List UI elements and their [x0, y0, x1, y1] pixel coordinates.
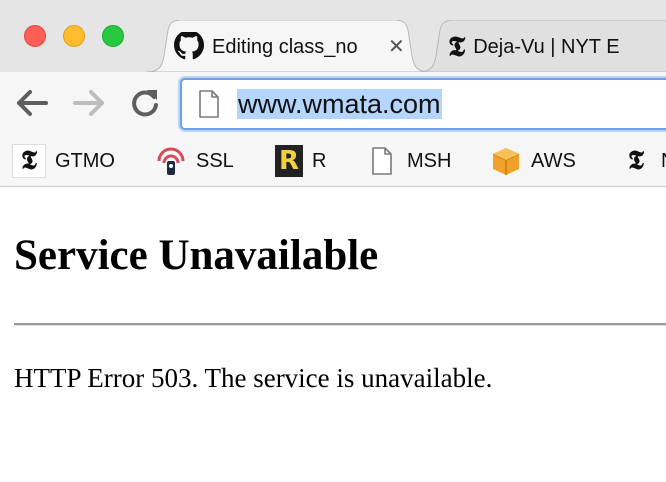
bookmark-label: AWS [531, 149, 576, 172]
bookmark-n[interactable]: 𝕿 N [620, 144, 666, 178]
aws-cube-icon [490, 145, 522, 177]
forward-button[interactable] [72, 86, 106, 120]
ssl-lock-icon [155, 145, 187, 177]
tab-title: Deja-Vu | NYT E [473, 35, 620, 58]
reload-icon [132, 90, 158, 117]
forward-arrow-icon [73, 90, 104, 116]
nyt-icon: 𝕿 [12, 144, 46, 178]
bookmark-ssl[interactable]: SSL [155, 144, 234, 178]
bookmark-aws[interactable]: AWS [490, 144, 576, 178]
address-bar[interactable]: www.wmata.com [180, 78, 666, 130]
bookmark-gtmo[interactable]: 𝕿 GTMO [12, 144, 115, 178]
url-text[interactable]: www.wmata.com [237, 89, 442, 119]
close-window-button[interactable] [24, 25, 46, 47]
page-icon [366, 145, 398, 177]
bookmark-label: SSL [196, 149, 234, 172]
bookmark-label: R [312, 149, 327, 172]
tab-deja-vu[interactable]: 𝕿 Deja-Vu | NYT E [418, 20, 666, 72]
tab-title: Editing class_no [212, 35, 358, 58]
page-title: Service Unavailable [14, 232, 379, 279]
r-icon: R [275, 145, 303, 177]
nyt-icon: 𝕿 [448, 32, 466, 62]
bookmark-msh[interactable]: MSH [366, 144, 451, 178]
tab-editing-class[interactable]: Editing class_no ✕ [146, 20, 430, 72]
page-icon [199, 90, 219, 118]
error-message: HTTP Error 503. The service is unavailab… [14, 363, 493, 393]
bookmark-r[interactable]: R R [275, 144, 326, 178]
bookmark-label: GTMO [55, 149, 115, 172]
back-arrow-icon [17, 90, 48, 116]
reload-button[interactable] [128, 86, 162, 120]
bookmark-label: MSH [407, 149, 452, 172]
maximize-window-button[interactable] [102, 25, 124, 47]
divider [14, 323, 666, 326]
minimize-window-button[interactable] [63, 25, 85, 47]
nyt-icon: 𝕿 [628, 145, 644, 176]
tab-close-icon[interactable]: ✕ [388, 34, 405, 59]
page-content: Service Unavailable HTTP Error 503. The … [0, 187, 666, 482]
tab-strip: Editing class_no ✕ 𝕿 Deja-Vu | NYT E [0, 0, 666, 73]
bookmark-label: N [661, 150, 666, 173]
github-icon [174, 32, 204, 62]
back-button[interactable] [15, 86, 49, 120]
